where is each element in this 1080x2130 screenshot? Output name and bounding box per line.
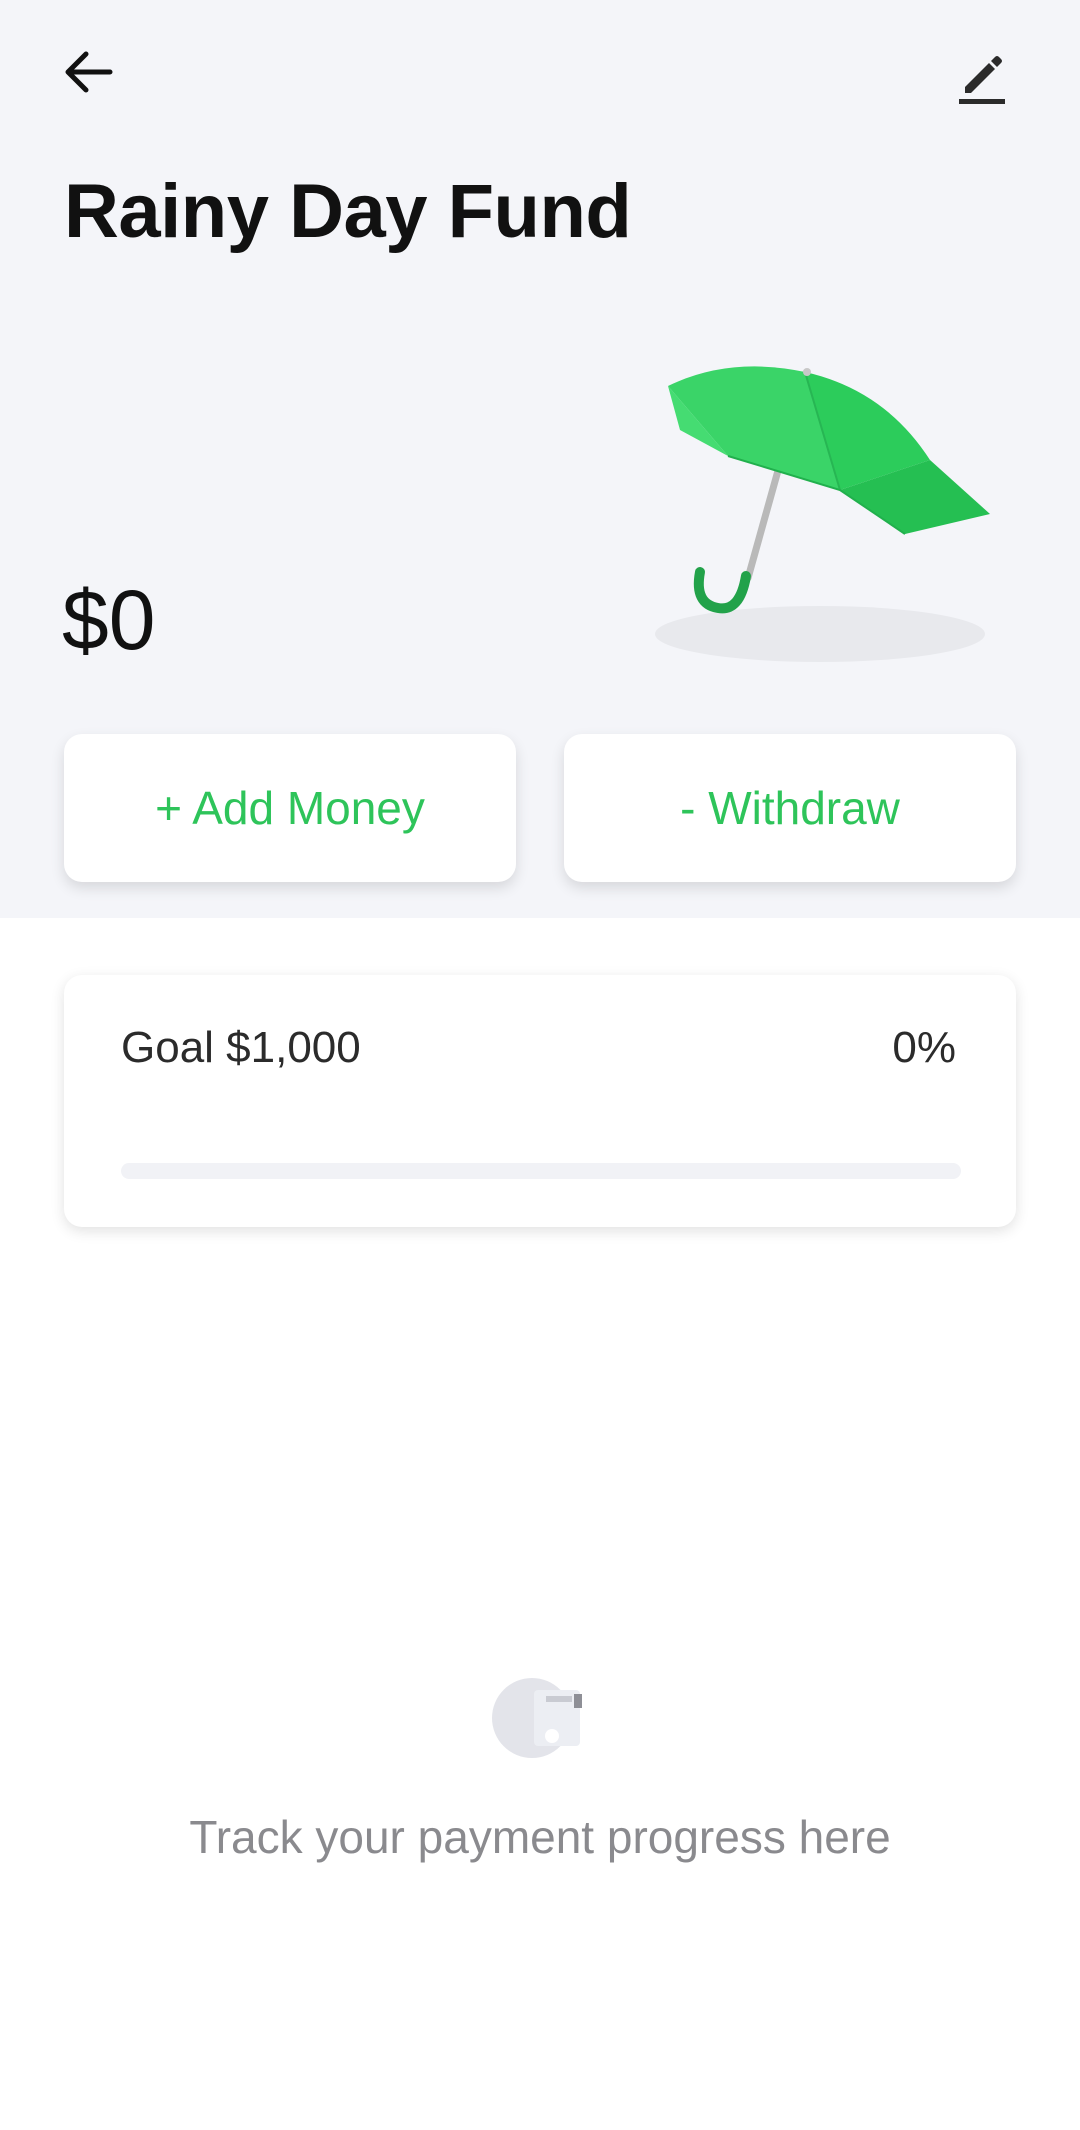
withdraw-button[interactable]: - Withdraw bbox=[564, 734, 1016, 882]
goal-card: Goal $1,000 0% bbox=[64, 975, 1016, 1227]
hero-section: Rainy Day Fund $0 + Add Money - Withdraw bbox=[0, 0, 1080, 918]
edit-button[interactable] bbox=[944, 40, 1020, 116]
balance-amount: $0 bbox=[62, 573, 156, 667]
pencil-icon bbox=[959, 56, 1005, 104]
add-money-button[interactable]: + Add Money bbox=[64, 734, 516, 882]
goal-percent: 0% bbox=[892, 1023, 956, 1072]
arrow-left-icon bbox=[65, 51, 113, 93]
umbrella-icon bbox=[655, 366, 990, 662]
goal-progress-bar bbox=[121, 1163, 961, 1179]
empty-state-message: Track your payment progress here bbox=[189, 1811, 891, 1863]
page-title: Rainy Day Fund bbox=[64, 169, 632, 254]
back-button[interactable] bbox=[52, 36, 124, 108]
wallet-icon bbox=[492, 1678, 582, 1758]
goal-label: Goal $1,000 bbox=[121, 1023, 361, 1072]
